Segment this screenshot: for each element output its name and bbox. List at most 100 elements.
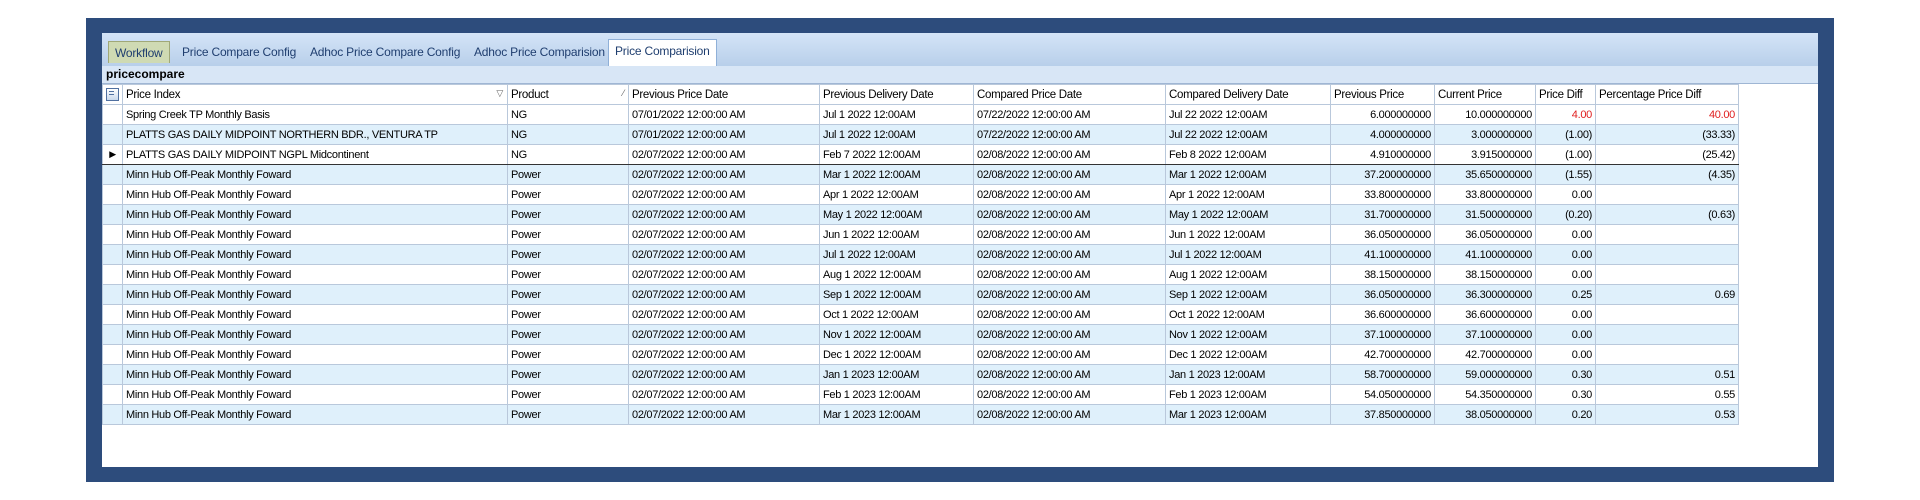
cell-current-price[interactable]: 59.000000000 (1434, 364, 1536, 385)
table-row[interactable]: Minn Hub Off-Peak Monthly Foward Power 02/… (102, 184, 1739, 205)
table-row[interactable]: Spring Creek TP Monthly Basis NG 07/01/202… (102, 104, 1739, 125)
col-header-price-index[interactable]: Price Index ▽ (122, 84, 508, 105)
cell-previous-delivery-date[interactable]: Jan 1 2023 12:00AM (819, 364, 974, 385)
cell-compared-price-date[interactable]: 02/08/2022 12:00:00 AM (973, 164, 1166, 185)
cell-product[interactable]: Power (507, 304, 629, 325)
cell-previous-delivery-date[interactable]: Nov 1 2022 12:00AM (819, 324, 974, 345)
cell-current-price[interactable]: 42.700000000 (1434, 344, 1536, 365)
cell-current-price[interactable]: 33.800000000 (1434, 184, 1536, 205)
cell-previous-price[interactable]: 36.050000000 (1330, 284, 1435, 305)
cell-price-index[interactable]: Minn Hub Off-Peak Monthly Foward (122, 244, 508, 265)
cell-previous-delivery-date[interactable]: Jul 1 2022 12:00AM (819, 124, 974, 145)
cell-percentage-price-diff[interactable] (1595, 184, 1739, 205)
cell-price-index[interactable]: Minn Hub Off-Peak Monthly Foward (122, 344, 508, 365)
cell-price-diff[interactable]: 4.00 (1535, 104, 1596, 125)
cell-price-diff[interactable]: (0.20) (1535, 204, 1596, 225)
cell-price-diff[interactable]: 0.20 (1535, 404, 1596, 425)
cell-previous-price[interactable]: 33.800000000 (1330, 184, 1435, 205)
col-header-previous-price-date[interactable]: Previous Price Date (628, 84, 820, 105)
row-indicator[interactable] (102, 264, 123, 285)
cell-compared-price-date[interactable]: 02/08/2022 12:00:00 AM (973, 344, 1166, 365)
cell-current-price[interactable]: 38.150000000 (1434, 264, 1536, 285)
cell-product[interactable]: Power (507, 184, 629, 205)
cell-previous-price-date[interactable]: 02/07/2022 12:00:00 AM (628, 204, 820, 225)
tab-adhoc-price-compare-config[interactable]: Adhoc Price Compare Config (304, 41, 466, 63)
cell-current-price[interactable]: 36.300000000 (1434, 284, 1536, 305)
cell-previous-price-date[interactable]: 02/07/2022 12:00:00 AM (628, 144, 820, 165)
cell-compared-delivery-date[interactable]: Mar 1 2023 12:00AM (1165, 404, 1331, 425)
cell-current-price[interactable]: 3.000000000 (1434, 124, 1536, 145)
cell-percentage-price-diff[interactable] (1595, 244, 1739, 265)
sort-icon[interactable]: ⁄ (623, 88, 625, 98)
cell-percentage-price-diff[interactable]: 0.69 (1595, 284, 1739, 305)
cell-previous-delivery-date[interactable]: Sep 1 2022 12:00AM (819, 284, 974, 305)
cell-product[interactable]: Power (507, 384, 629, 405)
cell-price-diff[interactable]: 0.25 (1535, 284, 1596, 305)
cell-price-index[interactable]: Minn Hub Off-Peak Monthly Foward (122, 324, 508, 345)
cell-previous-delivery-date[interactable]: Mar 1 2022 12:00AM (819, 164, 974, 185)
cell-compared-price-date[interactable]: 02/08/2022 12:00:00 AM (973, 324, 1166, 345)
cell-price-index[interactable]: Minn Hub Off-Peak Monthly Foward (122, 184, 508, 205)
cell-previous-price-date[interactable]: 02/07/2022 12:00:00 AM (628, 364, 820, 385)
table-row[interactable]: ▶ PLATTS GAS DAILY MIDPOINT NGPL Midconti… (102, 144, 1739, 165)
cell-compared-price-date[interactable]: 02/08/2022 12:00:00 AM (973, 244, 1166, 265)
col-header-previous-price[interactable]: Previous Price (1330, 84, 1435, 105)
cell-previous-delivery-date[interactable]: Aug 1 2022 12:00AM (819, 264, 974, 285)
cell-percentage-price-diff[interactable] (1595, 324, 1739, 345)
row-indicator[interactable] (102, 164, 123, 185)
cell-price-diff[interactable]: (1.55) (1535, 164, 1596, 185)
cell-compared-delivery-date[interactable]: Apr 1 2022 12:00AM (1165, 184, 1331, 205)
cell-previous-price[interactable]: 36.050000000 (1330, 224, 1435, 245)
cell-compared-price-date[interactable]: 07/22/2022 12:00:00 AM (973, 124, 1166, 145)
cell-previous-price[interactable]: 42.700000000 (1330, 344, 1435, 365)
cell-previous-price-date[interactable]: 07/01/2022 12:00:00 AM (628, 104, 820, 125)
cell-previous-delivery-date[interactable]: Apr 1 2022 12:00AM (819, 184, 974, 205)
cell-previous-delivery-date[interactable]: Feb 1 2023 12:00AM (819, 384, 974, 405)
cell-previous-price-date[interactable]: 02/07/2022 12:00:00 AM (628, 264, 820, 285)
cell-previous-price[interactable]: 36.600000000 (1330, 304, 1435, 325)
cell-previous-price[interactable]: 37.100000000 (1330, 324, 1435, 345)
cell-compared-delivery-date[interactable]: Feb 1 2023 12:00AM (1165, 384, 1331, 405)
cell-price-diff[interactable]: (1.00) (1535, 144, 1596, 165)
table-row[interactable]: Minn Hub Off-Peak Monthly Foward Power 02/… (102, 344, 1739, 365)
row-indicator[interactable] (102, 344, 123, 365)
col-header-price-diff[interactable]: Price Diff (1535, 84, 1596, 105)
cell-percentage-price-diff[interactable]: (25.42) (1595, 144, 1739, 165)
cell-product[interactable]: Power (507, 404, 629, 425)
cell-percentage-price-diff[interactable] (1595, 304, 1739, 325)
cell-previous-delivery-date[interactable]: Oct 1 2022 12:00AM (819, 304, 974, 325)
cell-price-index[interactable]: PLATTS GAS DAILY MIDPOINT NGPL Midcontin… (122, 144, 508, 165)
cell-price-index[interactable]: Minn Hub Off-Peak Monthly Foward (122, 384, 508, 405)
cell-compared-price-date[interactable]: 02/08/2022 12:00:00 AM (973, 384, 1166, 405)
cell-price-diff[interactable]: (1.00) (1535, 124, 1596, 145)
row-indicator[interactable] (102, 404, 123, 425)
table-row[interactable]: Minn Hub Off-Peak Monthly Foward Power 02/… (102, 244, 1739, 265)
col-header-product[interactable]: Product ⁄ (507, 84, 629, 105)
cell-product[interactable]: NG (507, 144, 629, 165)
row-indicator[interactable] (102, 384, 123, 405)
row-indicator[interactable] (102, 124, 123, 145)
cell-product[interactable]: NG (507, 124, 629, 145)
cell-percentage-price-diff[interactable] (1595, 264, 1739, 285)
cell-current-price[interactable]: 35.650000000 (1434, 164, 1536, 185)
cell-compared-delivery-date[interactable]: Jul 22 2022 12:00AM (1165, 124, 1331, 145)
col-header-current-price[interactable]: Current Price (1434, 84, 1536, 105)
cell-compared-price-date[interactable]: 07/22/2022 12:00:00 AM (973, 104, 1166, 125)
table-row[interactable]: Minn Hub Off-Peak Monthly Foward Power 02/… (102, 404, 1739, 425)
cell-current-price[interactable]: 3.915000000 (1434, 144, 1536, 165)
cell-current-price[interactable]: 38.050000000 (1434, 404, 1536, 425)
cell-price-diff[interactable]: 0.00 (1535, 344, 1596, 365)
cell-previous-price[interactable]: 38.150000000 (1330, 264, 1435, 285)
col-header-compared-delivery-date[interactable]: Compared Delivery Date (1165, 84, 1331, 105)
cell-percentage-price-diff[interactable]: (4.35) (1595, 164, 1739, 185)
row-indicator[interactable] (102, 184, 123, 205)
row-indicator[interactable]: ▶ (102, 144, 123, 165)
row-indicator[interactable] (102, 104, 123, 125)
row-indicator[interactable] (102, 304, 123, 325)
cell-current-price[interactable]: 36.050000000 (1434, 224, 1536, 245)
cell-previous-price-date[interactable]: 07/01/2022 12:00:00 AM (628, 124, 820, 145)
cell-previous-price-date[interactable]: 02/07/2022 12:00:00 AM (628, 404, 820, 425)
cell-price-index[interactable]: Spring Creek TP Monthly Basis (122, 104, 508, 125)
cell-compared-price-date[interactable]: 02/08/2022 12:00:00 AM (973, 144, 1166, 165)
cell-previous-delivery-date[interactable]: Jun 1 2022 12:00AM (819, 224, 974, 245)
